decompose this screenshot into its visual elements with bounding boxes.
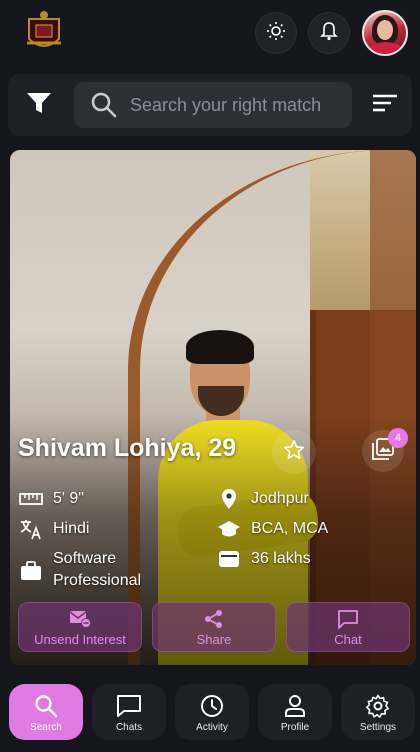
bottom-navigation: Search Chats Activity Profile Settings [0, 678, 420, 752]
location-value: Jodhpur [251, 490, 309, 507]
bell-icon [320, 21, 338, 46]
height-value: 5' 9" [53, 490, 84, 507]
gear-icon [366, 692, 390, 720]
income-attribute: 36 lakhs [216, 548, 311, 570]
height-attribute: 5' 9" [18, 488, 84, 510]
nav-activity[interactable]: Activity [175, 684, 249, 740]
search-box [74, 82, 352, 128]
chat-icon [116, 692, 142, 720]
star-icon [283, 439, 305, 466]
sort-lines-icon [371, 93, 399, 118]
nav-settings-label: Settings [359, 721, 397, 733]
chat-bubble-icon [337, 608, 359, 630]
education-attribute: BCA, MCA [216, 518, 328, 540]
chat-label: Chat [334, 631, 362, 647]
chat-button[interactable]: Chat [286, 602, 410, 652]
sort-button[interactable] [370, 92, 400, 118]
clock-icon [200, 692, 224, 720]
ruler-icon [18, 488, 44, 510]
notifications-button[interactable] [308, 12, 350, 54]
profession-attribute: Software Professional [18, 548, 173, 592]
wallet-icon [216, 548, 242, 570]
language-attribute: Hindi [18, 518, 89, 540]
profile-card[interactable]: Shivam Lohiya, 29 4 5' 9" Jodhpur Hindi … [10, 150, 416, 665]
mail-cancel-icon [69, 608, 91, 630]
unsend-interest-label: Unsend Interest [34, 631, 126, 647]
location-pin-icon [216, 488, 242, 510]
nav-chats[interactable]: Chats [92, 684, 166, 740]
top-bar [0, 0, 420, 68]
translate-icon [18, 518, 44, 540]
nav-activity-label: Activity [196, 721, 228, 733]
profession-value: Software Professional [53, 550, 142, 589]
search-input[interactable] [130, 94, 340, 116]
nav-search[interactable]: Search [9, 684, 83, 740]
user-avatar[interactable] [362, 10, 408, 56]
nav-settings[interactable]: Settings [341, 684, 415, 740]
search-icon [90, 91, 118, 119]
sun-icon [266, 21, 286, 46]
person-icon [284, 692, 306, 720]
language-value: Hindi [53, 520, 90, 537]
nav-chats-label: Chats [115, 721, 143, 733]
shortlist-button[interactable] [272, 430, 316, 474]
search-row [8, 74, 412, 136]
education-value: BCA, MCA [251, 520, 329, 537]
income-value: 36 lakhs [251, 550, 311, 567]
share-label: Share [196, 631, 232, 647]
nav-search-label: Search [30, 721, 62, 733]
location-attribute: Jodhpur [216, 488, 309, 510]
graduation-cap-icon [216, 518, 242, 540]
filter-icon [26, 91, 52, 120]
profile-actions: Unsend Interest Share Chat [18, 602, 410, 654]
nav-profile-label: Profile [280, 721, 310, 733]
search-icon [34, 692, 58, 720]
photo-count-badge: 4 [388, 428, 408, 448]
briefcase-icon [18, 560, 44, 582]
filter-button[interactable] [24, 90, 54, 120]
crest-logo-icon[interactable] [24, 8, 64, 56]
share-icon [204, 608, 224, 630]
unsend-interest-button[interactable]: Unsend Interest [18, 602, 142, 652]
profile-name-age: Shivam Lohiya, 29 [18, 434, 237, 462]
share-button[interactable]: Share [152, 602, 276, 652]
theme-toggle-button[interactable] [255, 12, 297, 54]
nav-profile[interactable]: Profile [258, 684, 332, 740]
